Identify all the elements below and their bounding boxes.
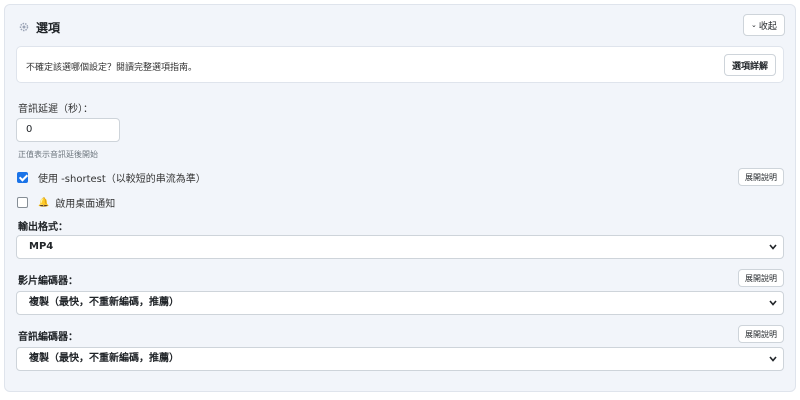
audio-encoder-select[interactable]: 複製（最快，不重新編碼，推薦） <box>16 347 784 371</box>
desktop-notify-label: 啟用桌面通知 <box>55 199 116 210</box>
shortest-label: 使用 -shortest（以較短的串流為準） <box>38 174 206 185</box>
audio-delay-hint: 正值表示音訊延後開始 <box>18 150 98 159</box>
output-format-value: MP4 <box>29 241 54 252</box>
chevron-down-icon <box>769 300 777 306</box>
shortest-expand-button[interactable]: 展開說明 <box>738 168 784 186</box>
options-header: 選項 <box>18 18 60 36</box>
chevron-down-icon <box>769 244 777 250</box>
page-title: 選項 <box>36 20 61 35</box>
shortest-option: 使用 -shortest（以較短的串流為準） <box>17 170 206 185</box>
shortest-checkbox[interactable] <box>17 172 28 183</box>
options-details-button[interactable]: 選項詳解 <box>724 54 776 76</box>
audio-delay-label: 音訊延遲（秒）： <box>18 104 93 115</box>
chevron-down-icon <box>769 356 777 362</box>
video-encoder-label: 影片編碼器： <box>18 276 78 287</box>
desktop-notify-checkbox[interactable] <box>17 197 28 208</box>
audio-encoder-expand-button[interactable]: 展開說明 <box>738 325 784 343</box>
video-encoder-select[interactable]: 複製（最快，不重新編碼，推薦） <box>16 291 784 315</box>
gear-icon <box>19 22 29 32</box>
collapse-label: 收起 <box>758 21 777 32</box>
output-format-label: 輸出格式： <box>18 222 68 233</box>
bell-icon: 🔔 <box>38 197 50 208</box>
audio-encoder-label: 音訊編碼器： <box>18 332 78 343</box>
video-encoder-value: 複製（最快，不重新編碼，推薦） <box>29 297 179 308</box>
desktop-notify-option: 🔔 啟用桌面通知 <box>17 195 115 210</box>
collapse-button[interactable]: ⌄ 收起 <box>743 14 785 36</box>
audio-delay-input[interactable]: 0 <box>16 118 120 142</box>
video-encoder-expand-button[interactable]: 展開說明 <box>738 269 784 287</box>
output-format-select[interactable]: MP4 <box>16 235 784 259</box>
guide-info-text: 不確定該選哪個設定？閱讀完整選項指南。 <box>26 63 198 73</box>
audio-encoder-value: 複製（最快，不重新編碼，推薦） <box>29 353 179 364</box>
